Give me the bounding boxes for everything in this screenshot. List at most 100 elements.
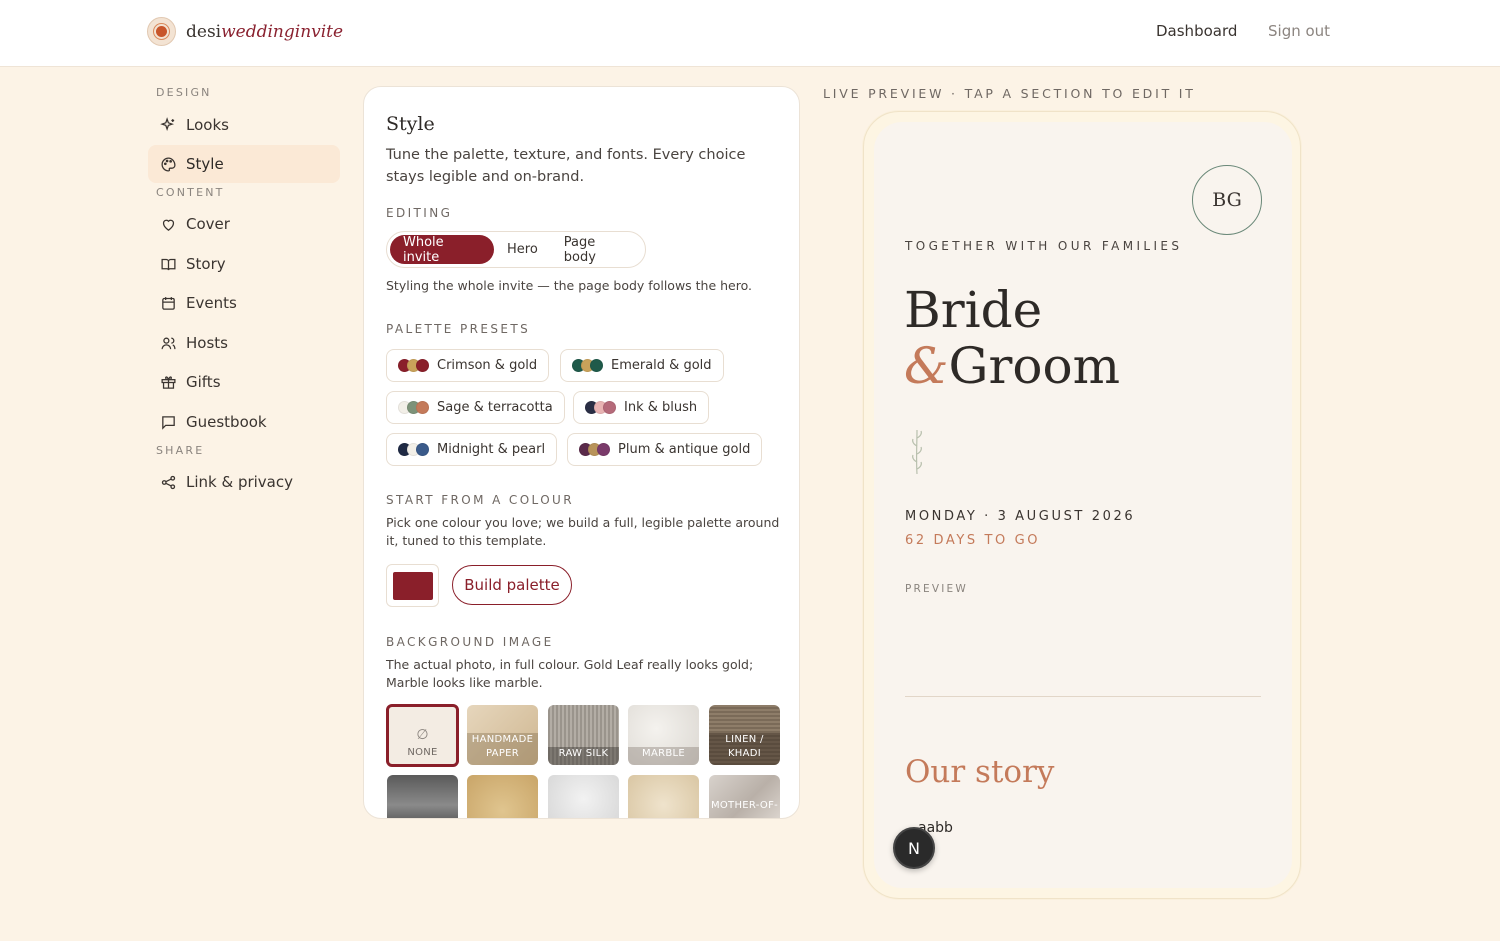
sidebar-item-guestbook[interactable]: Guestbook: [148, 403, 340, 441]
palette-presets-label: PALETTE PRESETS: [386, 322, 531, 336]
bg-tile-marble[interactable]: MARBLE: [628, 705, 699, 765]
sidebar-item-label: Cover: [186, 215, 230, 233]
sidebar-item-label: Story: [186, 255, 226, 273]
bg-tile-label: HANDMADE PAPER: [467, 733, 538, 765]
palette-chip-label: Plum & antique gold: [618, 442, 751, 457]
palette-chip-ink-blush[interactable]: Ink & blush: [573, 391, 710, 424]
sidebar-item-label: Style: [186, 155, 224, 173]
bg-tile-handmade-paper[interactable]: HANDMADE PAPER: [467, 705, 538, 765]
editing-note: Styling the whole invite — the page body…: [386, 278, 753, 293]
panel-title: Style: [386, 113, 435, 135]
editing-label: EDITING: [386, 206, 453, 220]
book-icon: [160, 256, 177, 273]
tab-whole-invite[interactable]: Whole invite: [390, 235, 494, 265]
message-icon: [160, 414, 177, 431]
wedding-date: MONDAY · 3 AUGUST 2026: [905, 509, 1136, 524]
monogram-badge: BG: [1192, 165, 1262, 235]
bg-tile-mother-of-pearl[interactable]: MOTHER-OF-: [709, 775, 780, 818]
sidebar-item-label: Gifts: [186, 373, 221, 391]
palette-icon: [160, 156, 177, 173]
colour-swatch: [393, 572, 433, 600]
sparkle-icon: [160, 116, 177, 134]
bg-tile-label: MARBLE: [628, 747, 699, 765]
background-image-description: The actual photo, in full colour. Gold L…: [386, 657, 754, 690]
together-line: TOGETHER WITH OUR FAMILIES: [905, 239, 1183, 253]
invite-preview-frame: BG TOGETHER WITH OUR FAMILIES Bride &Gro…: [863, 111, 1301, 899]
bg-tile-label: RAW SILK: [548, 747, 619, 765]
sidebar-item-style[interactable]: Style: [148, 145, 340, 183]
invite-preview-hero[interactable]: BG TOGETHER WITH OUR FAMILIES Bride &Gro…: [874, 122, 1292, 888]
story-section-title[interactable]: Our story: [905, 754, 1054, 790]
sidebar-item-gifts[interactable]: Gifts: [148, 363, 340, 401]
sidebar-item-label: Events: [186, 294, 237, 312]
palette-chip-sage-terracotta[interactable]: Sage & terracotta: [386, 391, 565, 424]
bg-tile-label: NONE: [407, 747, 438, 758]
ampersand: &: [904, 337, 949, 395]
colour-picker[interactable]: [386, 564, 439, 607]
palette-swatches: [398, 443, 429, 456]
palette-chip-label: Emerald & gold: [611, 358, 712, 373]
sidebar-item-looks[interactable]: Looks: [148, 106, 340, 144]
build-palette-button[interactable]: Build palette: [452, 565, 572, 605]
heart-icon: [160, 216, 177, 233]
live-preview-label: LIVE PREVIEW · TAP A SECTION TO EDIT IT: [823, 86, 1196, 101]
sidebar-item-story[interactable]: Story: [148, 245, 340, 283]
tab-hero[interactable]: Hero: [494, 235, 551, 264]
palette-swatches: [398, 401, 429, 414]
sign-out-link[interactable]: Sign out: [1268, 22, 1330, 40]
palette-chip-label: Midnight & pearl: [437, 442, 546, 457]
bg-tile-gold-leaf[interactable]: [467, 775, 538, 818]
sidebar-item-label: Guestbook: [186, 413, 267, 431]
bg-tile-raw-silk[interactable]: RAW SILK: [548, 705, 619, 765]
palette-swatches: [398, 359, 429, 372]
none-icon: ∅: [416, 727, 429, 743]
palette-swatches: [579, 443, 610, 456]
sidebar-item-label: Link & privacy: [186, 473, 293, 491]
start-colour-description: Pick one colour you love; we build a ful…: [386, 515, 780, 548]
users-icon: [160, 335, 177, 352]
couple-names: Bride &Groom: [904, 282, 1120, 394]
palette-chip-midnight-pearl[interactable]: Midnight & pearl: [386, 433, 558, 466]
panel-description: Tune the palette, texture, and fonts. Ev…: [386, 147, 746, 185]
sidebar-item-cover[interactable]: Cover: [148, 205, 340, 243]
palette-chip-plum-antique-gold[interactable]: Plum & antique gold: [567, 433, 763, 466]
style-panel: Style Tune the palette, texture, and fon…: [363, 86, 800, 819]
sidebar-section-design: DESIGN: [156, 86, 212, 99]
sprig-icon: [908, 428, 926, 480]
start-colour-label: START FROM A COLOUR: [386, 493, 574, 507]
bg-tile-label: LINEN / KHADI: [709, 733, 780, 765]
days-countdown: 62 DAYS TO GO: [905, 533, 1041, 548]
palette-swatches: [572, 359, 603, 372]
palette-chip-label: Sage & terracotta: [437, 400, 553, 415]
bg-tile-slate[interactable]: [387, 775, 458, 818]
brand-logo[interactable]: desiweddinginvite: [147, 17, 343, 46]
dashboard-link[interactable]: Dashboard: [1156, 22, 1237, 40]
bg-tile-none[interactable]: ∅ NONE: [386, 704, 459, 767]
palette-chip-crimson-gold[interactable]: Crimson & gold: [386, 349, 550, 382]
calendar-icon: [160, 295, 177, 312]
background-image-label: BACKGROUND IMAGE: [386, 635, 554, 649]
sidebar-item-label: Looks: [186, 116, 229, 134]
section-divider: [905, 696, 1261, 697]
bride-name: Bride: [904, 281, 1043, 339]
top-bar: desiweddinginvite Dashboard Sign out: [0, 0, 1500, 67]
sidebar-item-link-privacy[interactable]: Link & privacy: [148, 463, 340, 501]
palette-chip-label: Ink & blush: [624, 400, 698, 415]
bg-tile-label: MOTHER-OF-: [710, 800, 779, 811]
brand-name: desiweddinginvite: [186, 21, 344, 42]
bg-tile-pearl[interactable]: [548, 775, 619, 818]
palette-chip-emerald-gold[interactable]: Emerald & gold: [560, 349, 724, 382]
sidebar-item-label: Hosts: [186, 334, 228, 352]
sidebar-item-events[interactable]: Events: [148, 284, 340, 322]
user-badge[interactable]: N: [893, 827, 935, 869]
sidebar-section-share: SHARE: [156, 444, 205, 457]
palette-chip-label: Crimson & gold: [437, 358, 538, 373]
bg-tile-sandstone[interactable]: [628, 775, 699, 818]
sidebar-section-content: CONTENT: [156, 186, 225, 199]
sidebar-item-hosts[interactable]: Hosts: [148, 324, 340, 362]
preview-tag: PREVIEW: [905, 583, 968, 595]
tab-page-body[interactable]: Page body: [551, 235, 642, 265]
bg-tile-linen-khadi[interactable]: LINEN / KHADI: [709, 705, 780, 765]
palette-swatches: [585, 401, 616, 414]
logo-mandala-icon: [147, 17, 176, 46]
